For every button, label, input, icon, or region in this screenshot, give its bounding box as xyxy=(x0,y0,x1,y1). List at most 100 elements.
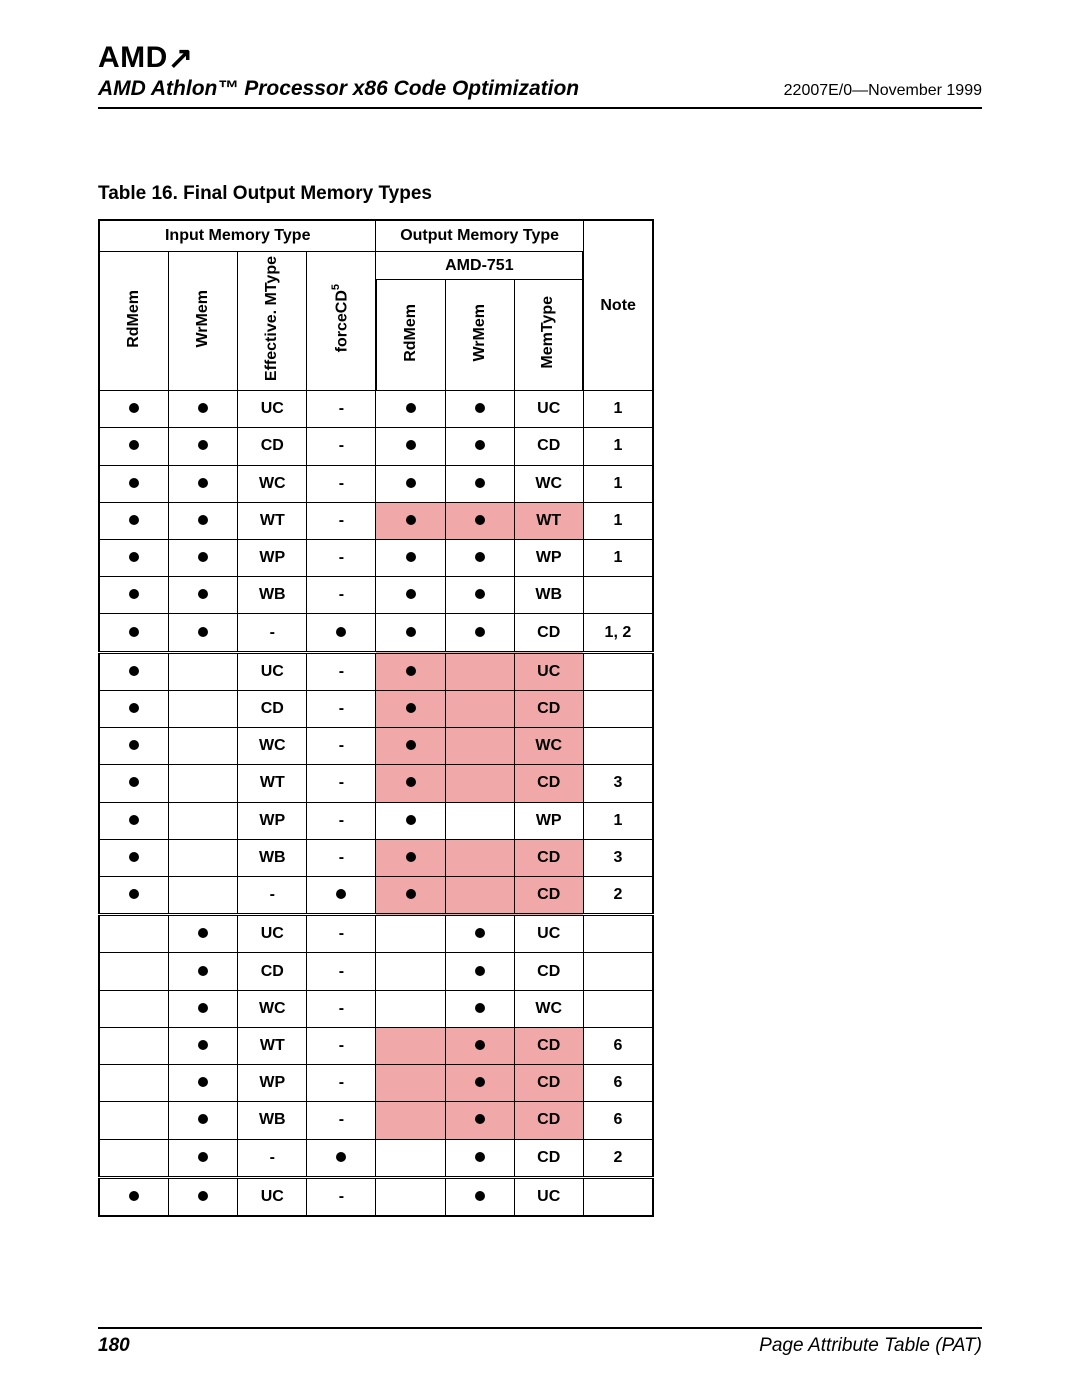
cell-output-wrmem xyxy=(445,728,514,765)
bullet-icon xyxy=(406,586,416,603)
cell-effective-mtype: WC xyxy=(238,728,307,765)
bullet-icon xyxy=(406,549,416,566)
cell-effective-mtype: WB xyxy=(238,577,307,614)
cell-forcecd: - xyxy=(307,765,376,802)
bullet-icon xyxy=(198,1149,208,1166)
bullet-icon xyxy=(129,812,139,829)
cell-effective-mtype: WP xyxy=(238,539,307,576)
cell-effective-mtype: - xyxy=(238,1139,307,1177)
cell-output-rdmem xyxy=(376,1065,445,1102)
cell-memtype: WB xyxy=(514,577,583,614)
bullet-icon xyxy=(198,1074,208,1091)
cell-note xyxy=(583,690,653,727)
bullet-icon xyxy=(198,963,208,980)
table-row: -CD1, 2 xyxy=(99,614,653,652)
cell-memtype: UC xyxy=(514,1177,583,1216)
cell-memtype: WC xyxy=(514,728,583,765)
cell-input-rdmem xyxy=(99,1139,169,1177)
bullet-icon xyxy=(198,1037,208,1054)
table-row: WP-WP1 xyxy=(99,539,653,576)
cell-note: 1 xyxy=(583,428,653,465)
bullet-icon xyxy=(475,963,485,980)
cell-memtype: CD xyxy=(514,1139,583,1177)
cell-output-wrmem xyxy=(445,953,514,990)
cell-forcecd xyxy=(307,1139,376,1177)
cell-output-rdmem xyxy=(376,802,445,839)
cell-forcecd: - xyxy=(307,1177,376,1216)
col-note: Note xyxy=(583,220,653,391)
table-row: UC-UC xyxy=(99,652,653,690)
cell-input-wrmem xyxy=(169,990,238,1027)
cell-input-rdmem xyxy=(99,428,169,465)
bullet-icon xyxy=(198,512,208,529)
cell-output-wrmem xyxy=(445,990,514,1027)
bullet-icon xyxy=(129,774,139,791)
cell-input-rdmem xyxy=(99,839,169,876)
bullet-icon xyxy=(129,700,139,717)
cell-note: 6 xyxy=(583,1102,653,1139)
cell-output-rdmem xyxy=(376,465,445,502)
cell-memtype: CD xyxy=(514,1027,583,1064)
cell-effective-mtype: UC xyxy=(238,652,307,690)
bullet-icon xyxy=(475,1188,485,1205)
cell-input-rdmem xyxy=(99,915,169,953)
bullet-icon xyxy=(475,437,485,454)
cell-forcecd: - xyxy=(307,802,376,839)
cell-note: 1 xyxy=(583,465,653,502)
cell-forcecd: - xyxy=(307,539,376,576)
cell-note: 1 xyxy=(583,502,653,539)
bullet-icon xyxy=(475,925,485,942)
cell-output-rdmem xyxy=(376,652,445,690)
cell-memtype: CD xyxy=(514,614,583,652)
cell-input-wrmem xyxy=(169,953,238,990)
table-row: UC-UC xyxy=(99,915,653,953)
cell-memtype: CD xyxy=(514,953,583,990)
bullet-icon xyxy=(475,1074,485,1091)
bullet-icon xyxy=(198,1000,208,1017)
cell-memtype: WP xyxy=(514,539,583,576)
col-group-output: Output Memory Type xyxy=(376,220,583,252)
cell-memtype: CD xyxy=(514,1065,583,1102)
bullet-icon xyxy=(475,1000,485,1017)
bullet-icon xyxy=(406,624,416,641)
cell-input-wrmem xyxy=(169,614,238,652)
table-row: WB-WB xyxy=(99,577,653,614)
page-footer: 180 Page Attribute Table (PAT) xyxy=(98,1327,982,1357)
bullet-icon xyxy=(406,475,416,492)
cell-effective-mtype: WT xyxy=(238,1027,307,1064)
cell-output-wrmem xyxy=(445,915,514,953)
cell-input-wrmem xyxy=(169,1102,238,1139)
cell-forcecd xyxy=(307,876,376,914)
cell-output-rdmem xyxy=(376,876,445,914)
cell-output-wrmem xyxy=(445,465,514,502)
cell-input-rdmem xyxy=(99,1027,169,1064)
table-row: WT-CD6 xyxy=(99,1027,653,1064)
cell-effective-mtype: WT xyxy=(238,502,307,539)
table-caption: Table 16. Final Output Memory Types xyxy=(98,183,982,205)
cell-forcecd: - xyxy=(307,1027,376,1064)
table-row: WT-CD3 xyxy=(99,765,653,802)
cell-forcecd: - xyxy=(307,953,376,990)
cell-input-rdmem xyxy=(99,802,169,839)
bullet-icon xyxy=(198,1111,208,1128)
bullet-icon xyxy=(198,549,208,566)
cell-note xyxy=(583,1177,653,1216)
bullet-icon xyxy=(129,737,139,754)
cell-note: 2 xyxy=(583,876,653,914)
bullet-icon xyxy=(475,624,485,641)
cell-forcecd: - xyxy=(307,577,376,614)
cell-input-wrmem xyxy=(169,577,238,614)
bullet-icon xyxy=(198,624,208,641)
cell-note xyxy=(583,990,653,1027)
bullet-icon xyxy=(475,475,485,492)
bullet-icon xyxy=(198,437,208,454)
footer-section: Page Attribute Table (PAT) xyxy=(759,1335,982,1357)
cell-memtype: WP xyxy=(514,802,583,839)
cell-output-wrmem xyxy=(445,1065,514,1102)
cell-output-wrmem xyxy=(445,1177,514,1216)
cell-effective-mtype: - xyxy=(238,614,307,652)
cell-forcecd: - xyxy=(307,915,376,953)
cell-output-rdmem xyxy=(376,502,445,539)
cell-output-wrmem xyxy=(445,876,514,914)
bullet-icon xyxy=(129,475,139,492)
